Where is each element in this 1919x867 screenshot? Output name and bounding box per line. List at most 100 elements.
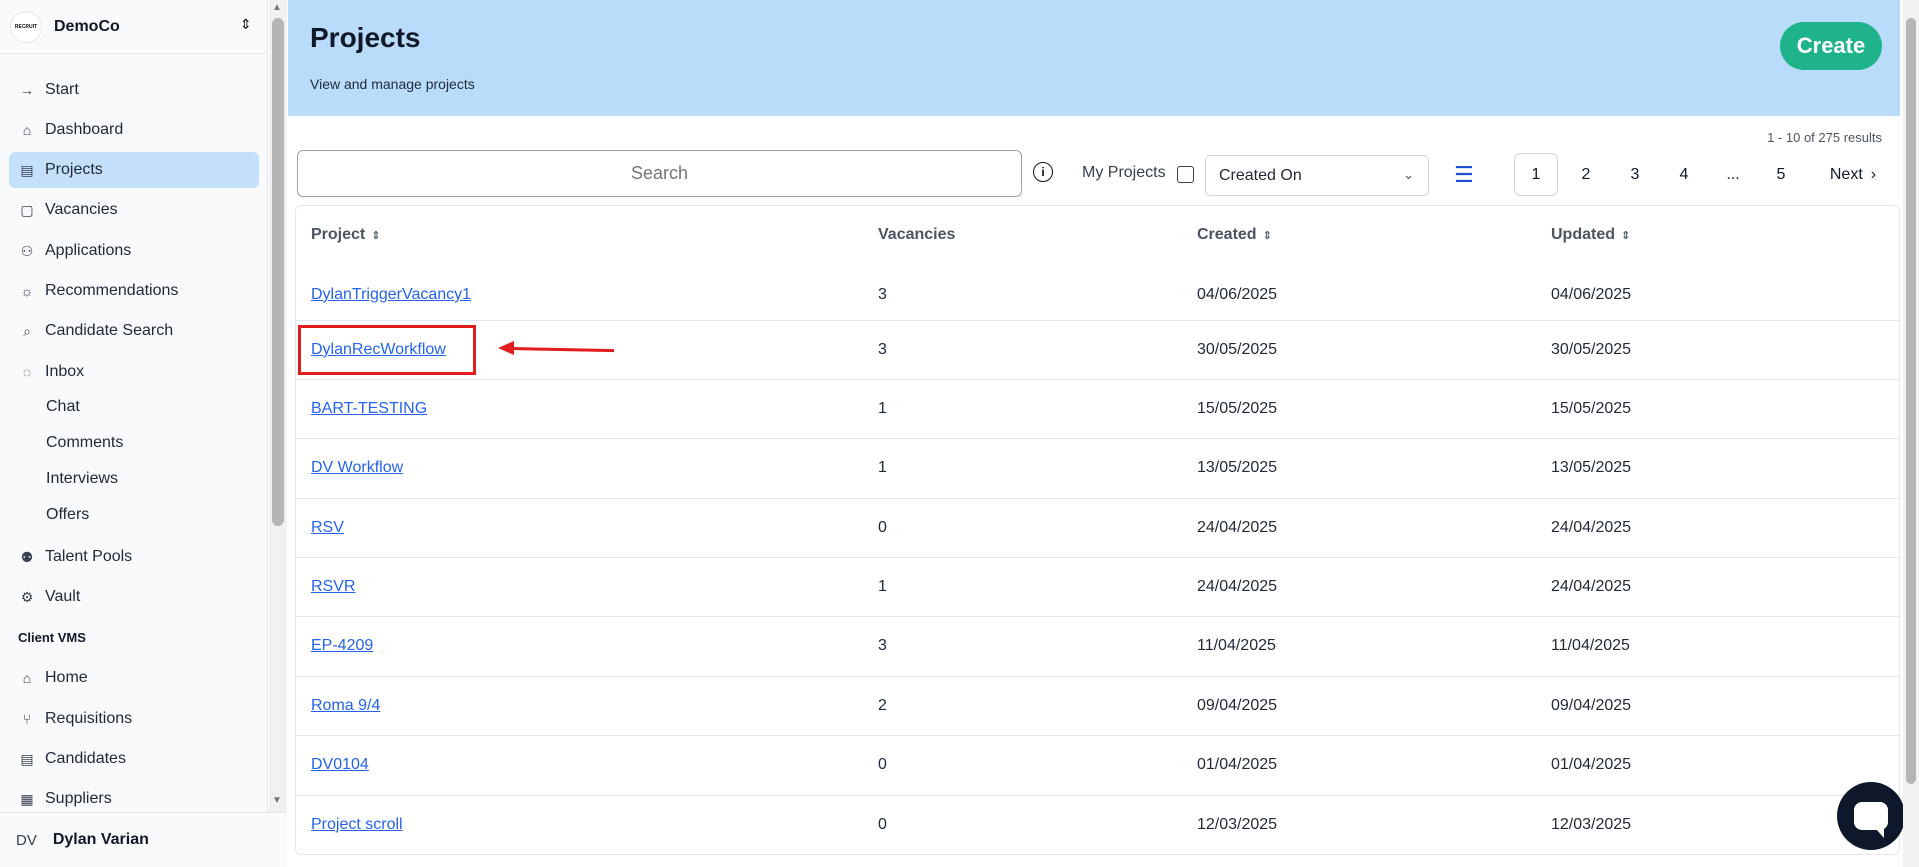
annotation-highlight-box xyxy=(298,325,476,375)
column-header-created[interactable]: Created ⇕ xyxy=(1197,226,1272,244)
sidebar-item-recommendations[interactable]: ☼ Recommendations xyxy=(9,273,259,309)
created-cell: 04/06/2025 xyxy=(1197,286,1278,303)
sidebar-item-label: Requisitions xyxy=(45,710,133,727)
building-icon: ▦ xyxy=(20,790,34,807)
sidebar-item-label: Vacancies xyxy=(45,201,118,218)
created-cell: 11/04/2025 xyxy=(1197,637,1276,654)
sidebar-item-vacancies[interactable]: ▢ Vacancies xyxy=(9,192,259,228)
sidebar-item-candidate-search[interactable]: ⌕ Candidate Search xyxy=(9,313,259,349)
project-link[interactable]: Project scroll xyxy=(311,816,403,834)
project-link[interactable]: RSVR xyxy=(311,578,355,596)
page-button-1[interactable]: 1 xyxy=(1514,153,1558,196)
org-name: DemoCo xyxy=(54,17,120,35)
org-switcher[interactable]: RECRUIT DemoCo ⇕ xyxy=(0,0,268,54)
my-projects-checkbox[interactable] xyxy=(1177,166,1194,183)
sidebar-subitem-chat[interactable]: Chat xyxy=(46,398,80,416)
table-row: DV0104 0 01/04/2025 01/04/2025 xyxy=(296,735,1901,795)
sort-icon: ⇕ xyxy=(371,230,381,242)
project-link[interactable]: EP-4209 xyxy=(311,637,373,655)
sidebar-subitem-offers[interactable]: Offers xyxy=(46,506,89,524)
vacancies-cell: 0 xyxy=(878,756,887,773)
created-cell: 15/05/2025 xyxy=(1197,400,1278,417)
section-label-client-vms: Client VMS xyxy=(18,630,86,645)
sort-direction-icon[interactable]: ☰ xyxy=(1454,162,1474,188)
search-input[interactable] xyxy=(297,150,1022,197)
org-logo: RECRUIT xyxy=(10,10,42,43)
group-icon: ⚉ xyxy=(20,548,34,565)
next-label: Next xyxy=(1829,165,1863,183)
sidebar-item-label: Home xyxy=(45,669,88,686)
project-link[interactable]: BART-TESTING xyxy=(311,400,427,418)
sidebar-item-dashboard[interactable]: ⌂ Dashboard xyxy=(9,112,259,148)
sidebar-item-label: Start xyxy=(45,81,79,98)
project-link[interactable]: RSV xyxy=(311,519,344,537)
project-link[interactable]: DylanTriggerVacancy1 xyxy=(311,286,471,304)
inbox-stack-icon: ▤ xyxy=(20,750,34,767)
user-menu[interactable]: DV Dylan Varian xyxy=(0,812,287,867)
updated-cell: 01/04/2025 xyxy=(1551,756,1632,773)
created-cell: 01/04/2025 xyxy=(1197,756,1278,773)
page-scrollbar-thumb[interactable] xyxy=(1906,18,1916,784)
info-icon[interactable]: i xyxy=(1033,162,1053,182)
scroll-up-icon[interactable]: ▲ xyxy=(272,2,282,13)
home-icon: ⌂ xyxy=(22,122,32,138)
results-count: 1 - 10 of 275 results xyxy=(1767,130,1882,145)
sidebar-item-applications[interactable]: ⚇ Applications xyxy=(9,233,259,269)
sort-select[interactable]: Created On ⌄ xyxy=(1205,155,1429,196)
create-button[interactable]: Create xyxy=(1780,22,1882,70)
created-cell: 09/04/2025 xyxy=(1197,697,1278,714)
column-header-vacancies: Vacancies xyxy=(878,226,955,244)
sidebar-item-vault[interactable]: ⚙ Vault xyxy=(9,579,259,615)
vacancies-cell: 0 xyxy=(878,519,887,536)
page-button-2[interactable]: 2 xyxy=(1564,153,1608,196)
user-name: Dylan Varian xyxy=(52,831,149,848)
projects-table: Project ⇕ Vacancies Created ⇕ Updated ⇕ Dyl… xyxy=(295,205,1901,855)
page-button-3[interactable]: 3 xyxy=(1613,153,1657,196)
page-button-4[interactable]: 4 xyxy=(1662,153,1706,196)
column-header-project[interactable]: Project ⇕ xyxy=(311,226,380,244)
main-content: Projects View and manage projects Create… xyxy=(288,0,1905,867)
updated-cell: 09/04/2025 xyxy=(1551,697,1632,714)
inbox-stack-icon: ▤ xyxy=(20,161,34,178)
sidebar-item-inbox[interactable]: ◌ Inbox xyxy=(9,354,259,390)
sidebar-scrollbar-thumb[interactable] xyxy=(272,18,284,526)
sidebar-subitem-interviews[interactable]: Interviews xyxy=(46,470,118,488)
project-link[interactable]: DV Workflow xyxy=(311,459,403,477)
project-link[interactable]: DV0104 xyxy=(311,756,369,774)
column-header-label: Updated xyxy=(1551,226,1615,243)
vacancies-cell: 3 xyxy=(878,637,887,654)
gear-icon: ⚙ xyxy=(20,588,34,605)
sidebar: RECRUIT DemoCo ⇕ → Start ⌂ Dashboard ▤ P… xyxy=(0,0,287,867)
updated-cell: 12/03/2025 xyxy=(1551,816,1632,833)
table-row: Project scroll 0 12/03/2025 12/03/2025 xyxy=(296,795,1901,855)
page-subtitle: View and manage projects xyxy=(310,76,475,92)
sidebar-item-start[interactable]: → Start xyxy=(9,72,259,108)
page-button-5[interactable]: 5 xyxy=(1759,153,1803,196)
table-row: DylanTriggerVacancy1 3 04/06/2025 04/06/… xyxy=(296,266,1901,326)
home-icon: ⌂ xyxy=(22,670,32,686)
scroll-down-icon[interactable]: ▼ xyxy=(272,795,282,806)
vacancies-cell: 3 xyxy=(878,341,887,358)
table-row: Roma 9/4 2 09/04/2025 09/04/2025 xyxy=(296,676,1901,736)
sidebar-item-label: Candidates xyxy=(45,750,126,767)
sidebar-item-projects[interactable]: ▤ Projects xyxy=(9,152,259,188)
vacancies-cell: 1 xyxy=(878,578,887,595)
chat-widget-button[interactable] xyxy=(1837,782,1905,850)
updated-cell: 24/04/2025 xyxy=(1551,519,1632,536)
chat-bubble-icon: ◌ xyxy=(22,364,32,380)
sidebar-item-requisitions[interactable]: ⑂ Requisitions xyxy=(9,701,259,737)
column-header-updated[interactable]: Updated ⇕ xyxy=(1551,226,1630,244)
created-cell: 24/04/2025 xyxy=(1197,578,1278,595)
column-header-label: Vacancies xyxy=(878,226,956,243)
app: RECRUIT DemoCo ⇕ → Start ⌂ Dashboard ▤ P… xyxy=(0,0,1919,867)
sidebar-item-talent-pools[interactable]: ⚉ Talent Pools xyxy=(9,539,259,575)
sidebar-item-label: Dashboard xyxy=(45,121,124,138)
next-page-button[interactable]: Next › xyxy=(1818,153,1888,196)
sidebar-item-home[interactable]: ⌂ Home xyxy=(9,660,259,696)
clipboard-icon: ▢ xyxy=(20,201,34,218)
lightbulb-icon: ☼ xyxy=(20,283,34,299)
project-link[interactable]: Roma 9/4 xyxy=(311,697,380,715)
sidebar-item-candidates[interactable]: ▤ Candidates xyxy=(9,741,259,777)
sidebar-subitem-comments[interactable]: Comments xyxy=(46,434,123,452)
users-icon: ⚇ xyxy=(20,242,34,259)
